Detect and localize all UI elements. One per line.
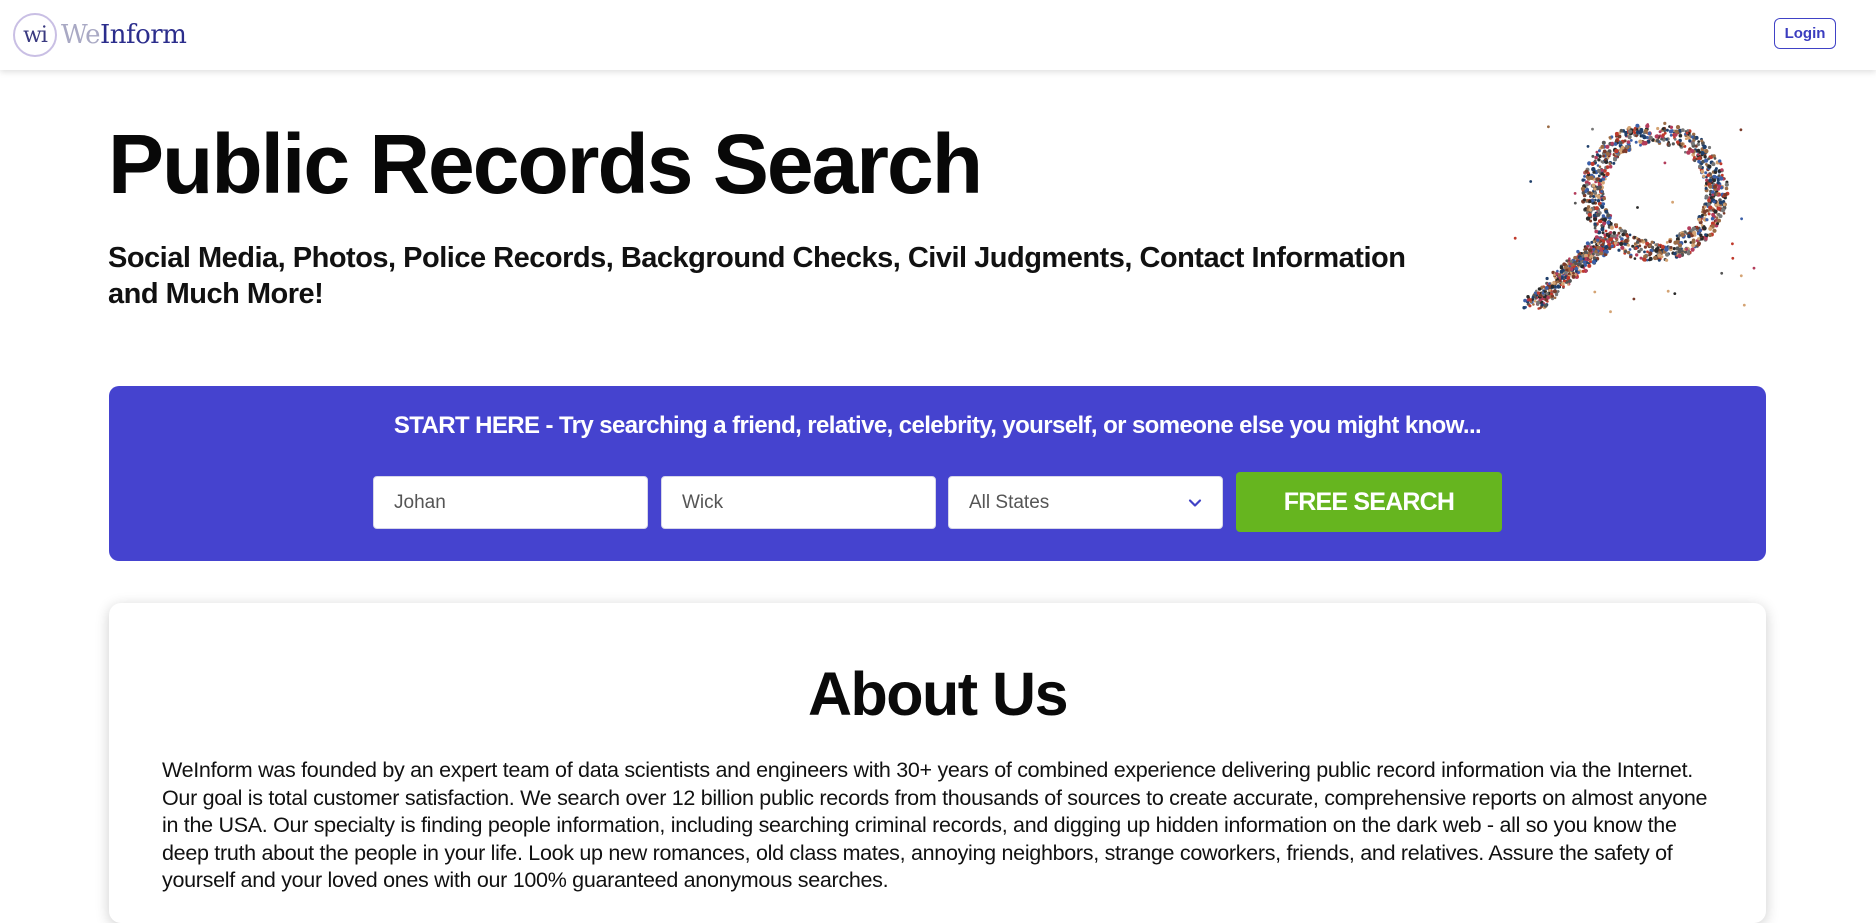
login-button[interactable]: Login [1774, 18, 1836, 49]
crowd-magnifying-glass-illustration [1513, 121, 1756, 314]
chevron-down-icon [1188, 498, 1202, 507]
page-subtitle: Social Media, Photos, Police Records, Ba… [108, 242, 1406, 310]
search-heading: START HERE - Try searching a friend, rel… [393, 412, 1482, 439]
page-title: Public Records Search [108, 117, 983, 211]
last-name-input[interactable] [661, 476, 936, 529]
state-select-value: All States [969, 491, 1050, 513]
logo-we: We [61, 20, 101, 50]
search-panel: START HERE - Try searching a friend, rel… [109, 386, 1766, 561]
state-select[interactable]: All States [948, 476, 1223, 529]
logo-inform: Inform [100, 20, 187, 50]
free-search-button[interactable]: FREE SEARCH [1236, 472, 1502, 532]
site-logo[interactable]: wi WeInform [13, 13, 187, 57]
about-title: About Us [807, 660, 1069, 728]
logo-badge: wi [13, 13, 57, 57]
logo-wordmark: WeInform [61, 20, 187, 50]
first-name-input[interactable] [373, 476, 648, 529]
site-header: wi WeInform Login [0, 0, 1876, 70]
about-body: WeInform was founded by an expert team o… [162, 758, 1708, 892]
about-card: About Us WeInform was founded by an expe… [109, 603, 1766, 923]
